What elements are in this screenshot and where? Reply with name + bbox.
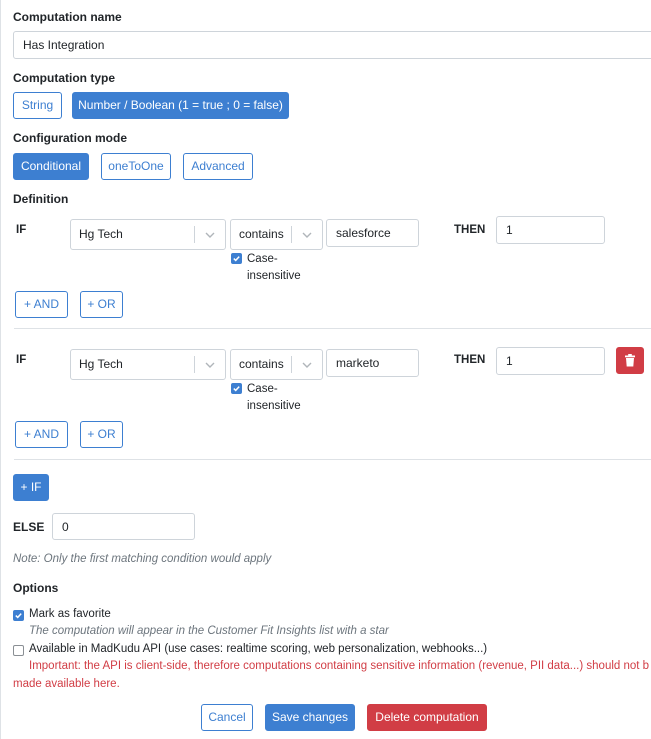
mode-advanced-button[interactable]: Advanced [183, 153, 253, 180]
delete-condition-button[interactable] [616, 347, 644, 374]
if-label: IF [16, 354, 27, 366]
else-label: ELSE [13, 520, 45, 534]
operator-select[interactable]: contains [230, 349, 323, 380]
select-separator [194, 226, 195, 243]
computation-name-label: Computation name [13, 10, 122, 24]
add-or-button[interactable]: + OR [80, 421, 123, 448]
field-select-value: Hg Tech [79, 357, 123, 371]
condition-divider [14, 328, 651, 329]
delete-computation-button[interactable]: Delete computation [367, 704, 487, 731]
operator-select-value: contains [239, 357, 284, 371]
mode-onetoone-button[interactable]: oneToOne [101, 153, 171, 180]
else-value-input[interactable]: 0 [52, 513, 195, 540]
check-icon [15, 613, 22, 619]
condition-value-input[interactable]: marketo [326, 349, 419, 377]
then-label: THEN [454, 354, 486, 366]
api-checkbox[interactable] [13, 645, 24, 656]
field-select-value: Hg Tech [79, 227, 123, 241]
case-insensitive-label: Case- insensitive [247, 253, 301, 282]
then-value-input[interactable]: 1 [496, 347, 605, 375]
select-separator [291, 356, 292, 373]
case-insensitive-checkbox[interactable] [231, 253, 242, 264]
field-select[interactable]: Hg Tech [70, 349, 226, 380]
computation-type-label: Computation type [13, 71, 115, 85]
check-icon [233, 386, 240, 392]
then-label: THEN [454, 224, 486, 236]
save-changes-button[interactable]: Save changes [265, 704, 355, 731]
condition-divider [14, 459, 651, 460]
configuration-mode-label: Configuration mode [13, 131, 127, 145]
select-separator [291, 226, 292, 243]
condition-value-input[interactable]: salesforce [326, 219, 419, 247]
options-label: Options [13, 581, 59, 595]
chevron-down-icon [205, 362, 215, 368]
chevron-down-icon [302, 232, 312, 238]
add-and-button[interactable]: + AND [15, 291, 68, 318]
favorite-checkbox[interactable] [13, 610, 24, 621]
computation-name-input[interactable]: Has Integration [13, 31, 651, 59]
trash-icon [625, 354, 635, 367]
mode-conditional-button[interactable]: Conditional [13, 153, 89, 180]
case-insensitive-checkbox[interactable] [231, 383, 242, 394]
check-icon [233, 256, 240, 262]
field-select[interactable]: Hg Tech [70, 219, 226, 250]
type-string-button[interactable]: String [13, 92, 62, 119]
then-value-input[interactable]: 1 [496, 216, 605, 244]
chevron-down-icon [205, 232, 215, 238]
cancel-button[interactable]: Cancel [201, 704, 253, 731]
definition-label: Definition [13, 192, 69, 206]
add-if-button[interactable]: + IF [13, 474, 49, 501]
operator-select-value: contains [239, 227, 284, 241]
operator-select[interactable]: contains [230, 219, 323, 250]
type-number-boolean-button[interactable]: Number / Boolean (1 = true ; 0 = false) [72, 92, 289, 119]
if-label: IF [16, 224, 27, 236]
favorite-hint: The computation will appear in the Custo… [29, 625, 389, 637]
select-separator [194, 356, 195, 373]
chevron-down-icon [302, 362, 312, 368]
favorite-label: Mark as favorite [29, 608, 111, 620]
add-and-button[interactable]: + AND [15, 421, 68, 448]
definition-note: Note: Only the first matching condition … [13, 553, 272, 565]
add-or-button[interactable]: + OR [80, 291, 123, 318]
api-warning-line2: made available here. [13, 678, 120, 690]
api-warning-line1: Important: the API is client-side, there… [29, 660, 649, 672]
case-insensitive-label: Case- insensitive [247, 383, 301, 412]
left-border [0, 0, 1, 739]
api-label: Available in MadKudu API (use cases: rea… [29, 643, 488, 655]
